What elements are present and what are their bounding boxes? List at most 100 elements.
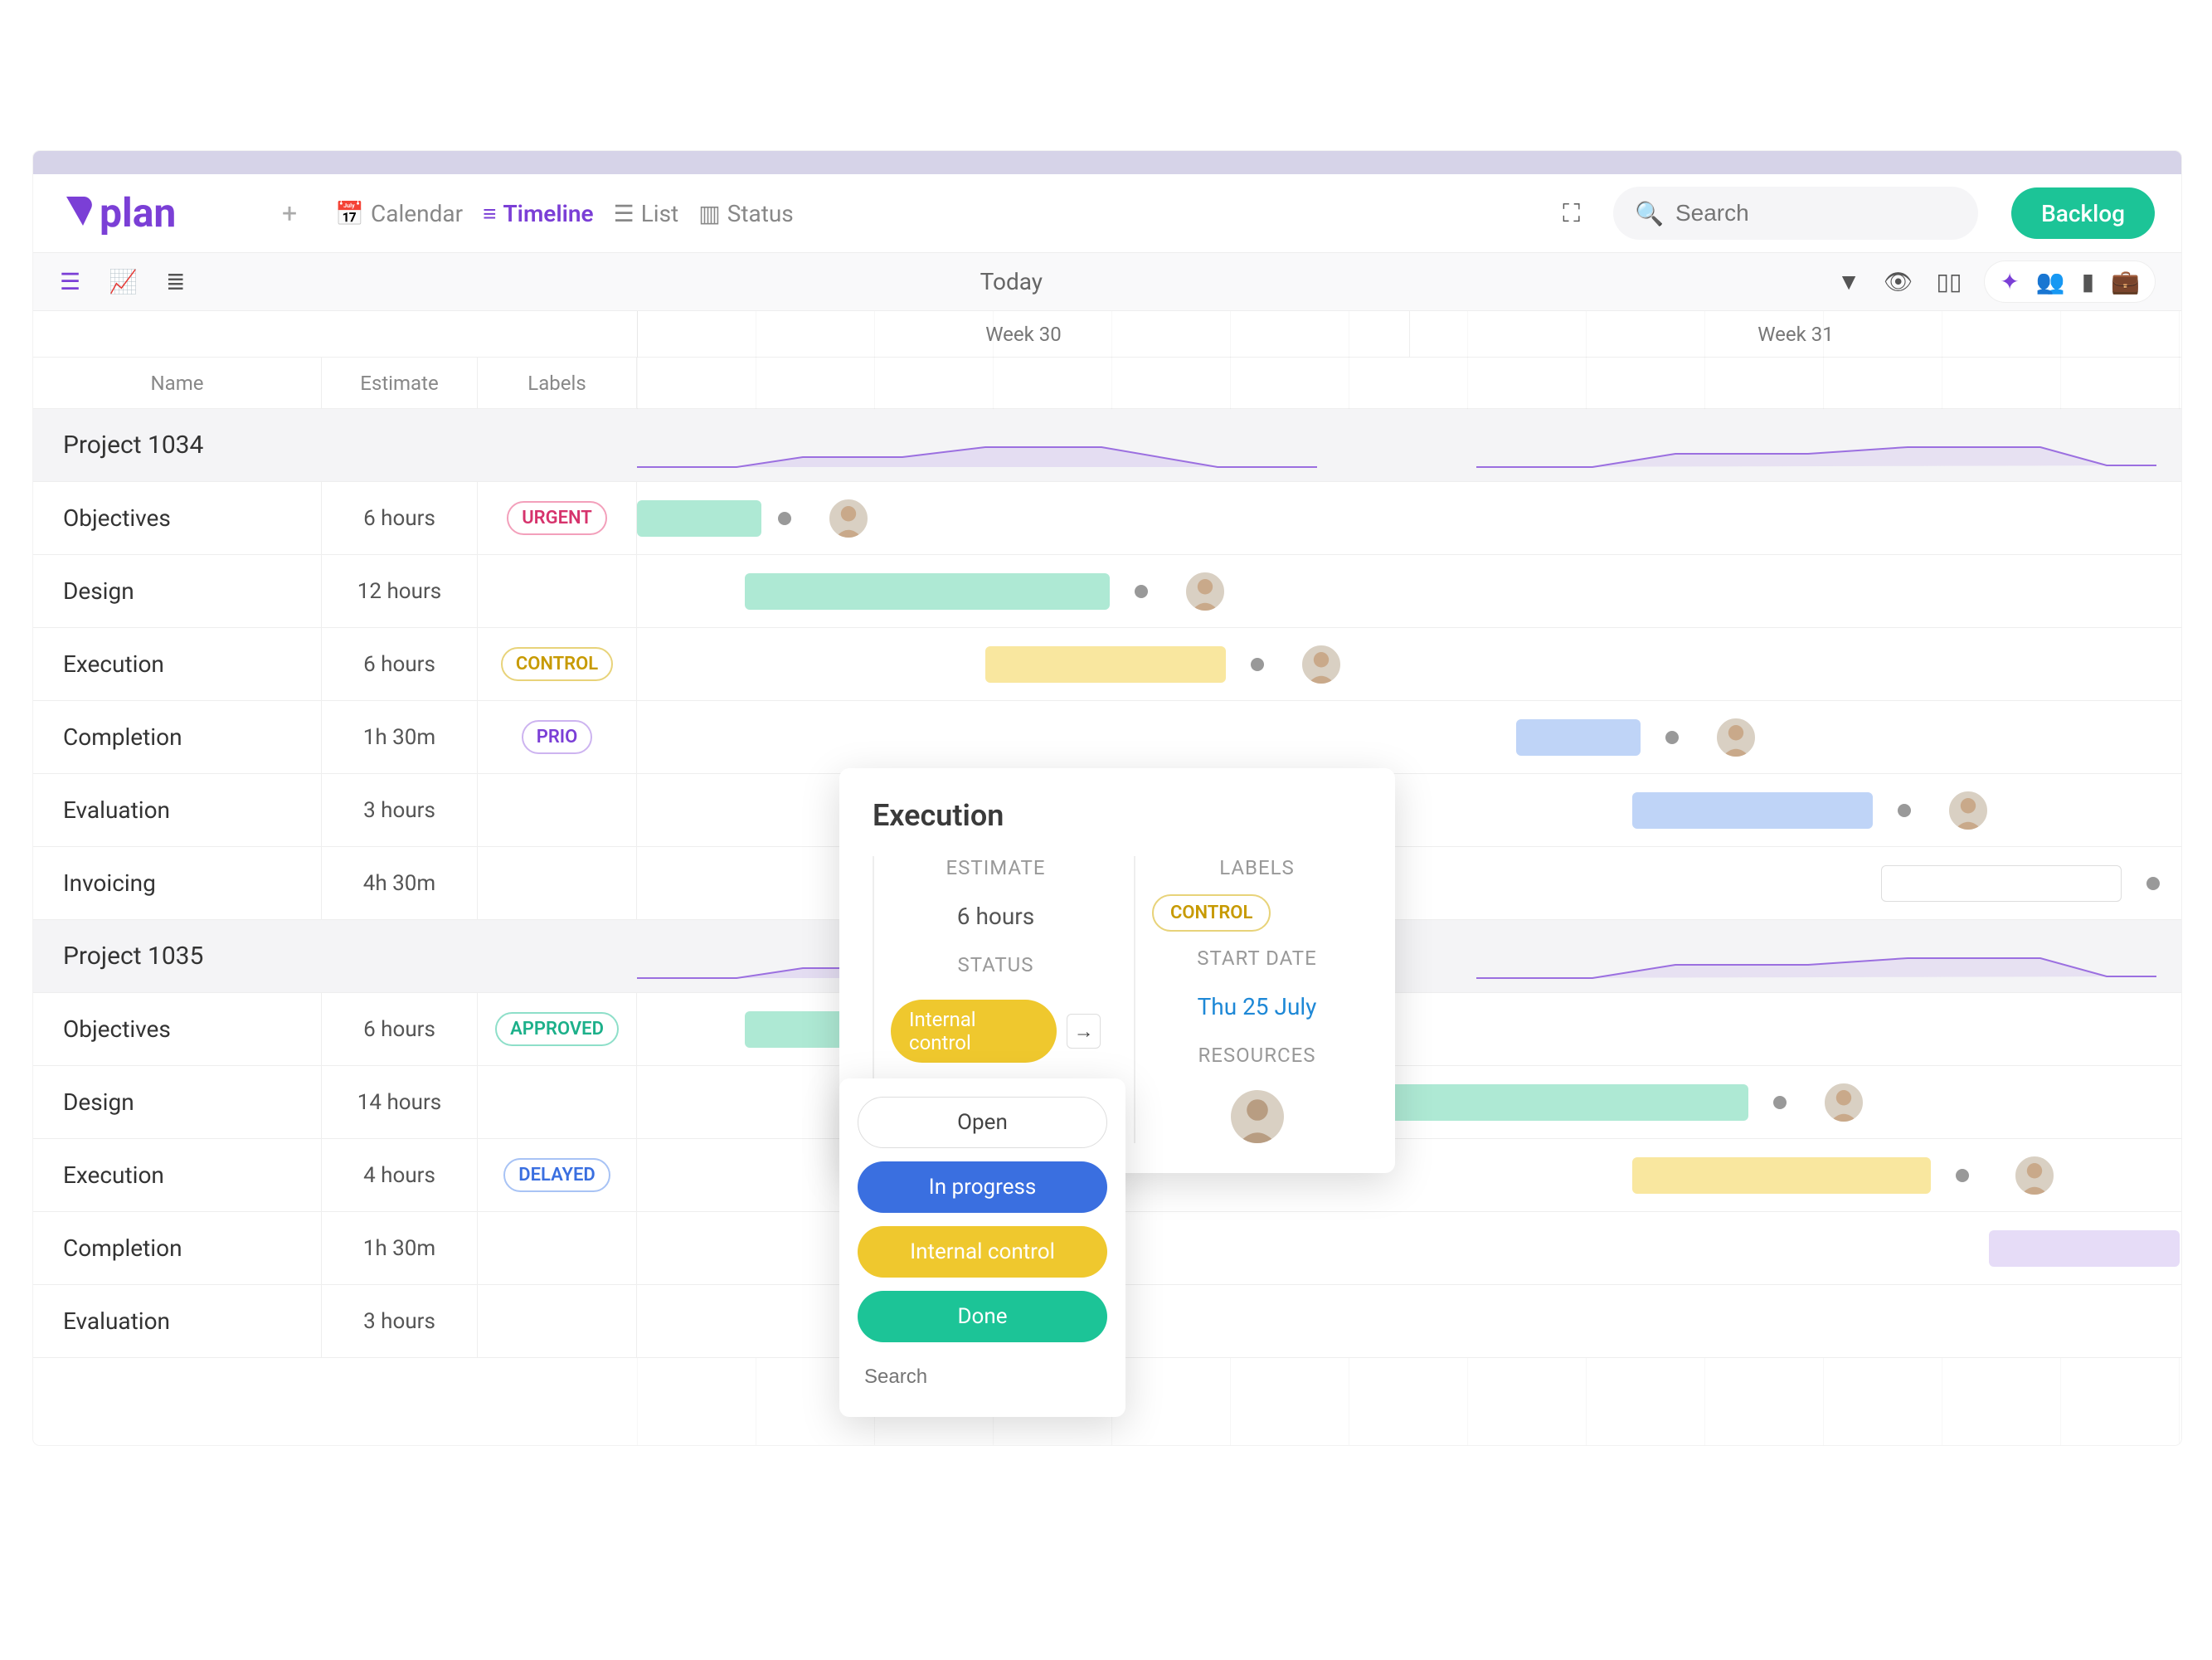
svg-text:plan: plan: [100, 189, 176, 236]
task-name: Invoicing: [63, 869, 156, 897]
task-row[interactable]: Execution 6 hours CONTROL: [33, 628, 2181, 701]
assignee-avatar[interactable]: [1300, 644, 1342, 685]
task-label-badge: URGENT: [507, 501, 607, 535]
filter-icon[interactable]: ▼: [1837, 268, 1860, 295]
view-timeline[interactable]: ≡ Timeline: [483, 200, 593, 227]
popup-resources-label: RESOURCES: [1152, 1044, 1362, 1067]
status-option-in-progress[interactable]: In progress: [858, 1161, 1107, 1213]
popup-estimate-label: ESTIMATE: [891, 856, 1101, 879]
assignee-avatar[interactable]: [1184, 571, 1226, 612]
week-cell: Week 30: [637, 311, 1409, 357]
card-icon[interactable]: ▮: [2082, 268, 2094, 295]
status-dropdown: Open In progress Internal control Done: [839, 1078, 1125, 1417]
view-list-label: List: [641, 200, 679, 227]
popup-labels-label: LABELS: [1152, 856, 1362, 879]
status-search-input[interactable]: [858, 1356, 1107, 1399]
view-calendar-label: Calendar: [371, 200, 463, 227]
status-advance-button[interactable]: →: [1067, 1014, 1101, 1049]
task-estimate: 6 hours: [363, 652, 435, 677]
status-option-internal-control[interactable]: Internal control: [858, 1226, 1107, 1278]
status-option-open[interactable]: Open: [858, 1097, 1107, 1148]
task-estimate: 3 hours: [363, 1309, 435, 1334]
view-list[interactable]: ☰ List: [614, 200, 679, 227]
task-estimate: 4 hours: [363, 1163, 435, 1188]
week-cell: Week 31: [1409, 311, 2181, 357]
calendar-icon: 📅: [335, 200, 364, 227]
milestone-dot: [1665, 731, 1679, 744]
app-window: plan + 📅 Calendar ≡ Timeline ☰ List ▥ St…: [33, 151, 2181, 1445]
eye-icon[interactable]: 👁: [1884, 268, 1913, 295]
project-title: Project 1034: [63, 431, 203, 460]
search-icon: 🔍: [1635, 200, 1664, 227]
task-label-badge: CONTROL: [501, 647, 613, 681]
popup-startdate-value[interactable]: Thu 25 July: [1152, 993, 1362, 1020]
task-estimate: 12 hours: [357, 579, 441, 604]
list-icon: ☰: [614, 200, 634, 227]
chart-icon[interactable]: 📈: [109, 268, 138, 295]
milestone-dot: [1956, 1169, 1969, 1182]
task-row[interactable]: Objectives 6 hours URGENT: [33, 482, 2181, 555]
popup-estimate-value: 6 hours: [891, 903, 1101, 930]
task-name: Execution: [63, 1161, 164, 1189]
task-estimate: 1h 30m: [363, 1236, 435, 1261]
popup-resource-avatar[interactable]: [1231, 1090, 1284, 1143]
logo: plan: [60, 188, 242, 238]
view-status-label: Status: [727, 200, 794, 227]
gantt-bar[interactable]: [1383, 1084, 1748, 1121]
timeline-icon: ≡: [483, 200, 496, 227]
gantt-bar[interactable]: [637, 500, 761, 537]
assignee-avatar[interactable]: [828, 498, 869, 539]
task-row[interactable]: Completion1h 30mPRIO: [33, 701, 2181, 774]
group-icon[interactable]: ☰: [60, 268, 80, 295]
view-status[interactable]: ▥ Status: [698, 200, 794, 227]
briefcase-icon[interactable]: 💼: [2111, 268, 2140, 295]
task-row[interactable]: Design 12 hours: [33, 555, 2181, 628]
task-name: Completion: [63, 1234, 182, 1262]
gantt-bar[interactable]: [1632, 1157, 1931, 1194]
col-estimate: Estimate: [322, 358, 478, 408]
popup-status-chip[interactable]: Internal control: [891, 1000, 1057, 1063]
task-estimate: 4h 30m: [363, 871, 435, 896]
milestone-dot: [2146, 877, 2160, 890]
backlog-button[interactable]: Backlog: [2011, 187, 2155, 239]
task-name: Evaluation: [63, 1307, 170, 1335]
project-title: Project 1035: [63, 942, 203, 971]
task-name: Design: [63, 577, 134, 605]
gantt-bar[interactable]: [1989, 1230, 2180, 1267]
assignee-avatar[interactable]: [1823, 1082, 1864, 1123]
assignee-avatar[interactable]: [1947, 790, 1989, 831]
task-name: Evaluation: [63, 796, 170, 824]
search-box[interactable]: 🔍: [1613, 187, 1978, 240]
task-estimate: 1h 30m: [363, 725, 435, 750]
gantt-bar[interactable]: [1516, 719, 1641, 756]
milestone-dot: [1251, 658, 1264, 671]
gantt-bar[interactable]: [745, 573, 1110, 610]
gantt-bar[interactable]: [1632, 792, 1873, 829]
status-option-done[interactable]: Done: [858, 1291, 1107, 1342]
gantt-bar[interactable]: [985, 646, 1226, 683]
project-group-row[interactable]: Project 1034: [33, 409, 2181, 482]
people-icon[interactable]: 👥: [2036, 268, 2065, 295]
columns-icon[interactable]: ▯▯: [1937, 268, 1962, 295]
task-name: Objectives: [63, 504, 171, 532]
task-estimate: 6 hours: [363, 1017, 435, 1042]
task-estimate: 6 hours: [363, 506, 435, 531]
assignee-avatar[interactable]: [1715, 717, 1757, 758]
gantt-bar[interactable]: [1881, 865, 2122, 902]
assignee-avatar[interactable]: [2014, 1155, 2055, 1196]
header: plan + 📅 Calendar ≡ Timeline ☰ List ▥ St…: [33, 174, 2181, 253]
expand-icon[interactable]: ⛶: [1563, 199, 1580, 228]
status-icon: ▥: [698, 200, 720, 227]
view-calendar[interactable]: 📅 Calendar: [335, 200, 463, 227]
task-name: Design: [63, 1088, 134, 1116]
popup-startdate-label: START DATE: [1152, 947, 1362, 970]
milestone-dot: [778, 512, 791, 525]
search-input[interactable]: [1675, 200, 1975, 226]
puzzle-icon[interactable]: ✦: [2000, 268, 2019, 295]
task-label-badge: APPROVED: [495, 1012, 619, 1046]
popup-labels-value: CONTROL: [1152, 894, 1271, 932]
layers-icon[interactable]: ≣: [166, 268, 185, 295]
task-name: Execution: [63, 650, 164, 678]
add-button[interactable]: +: [282, 197, 297, 229]
toolbar: ☰ 📈 ≣ Today ▼ 👁 ▯▯ ✦ 👥 ▮ 💼: [33, 253, 2181, 311]
